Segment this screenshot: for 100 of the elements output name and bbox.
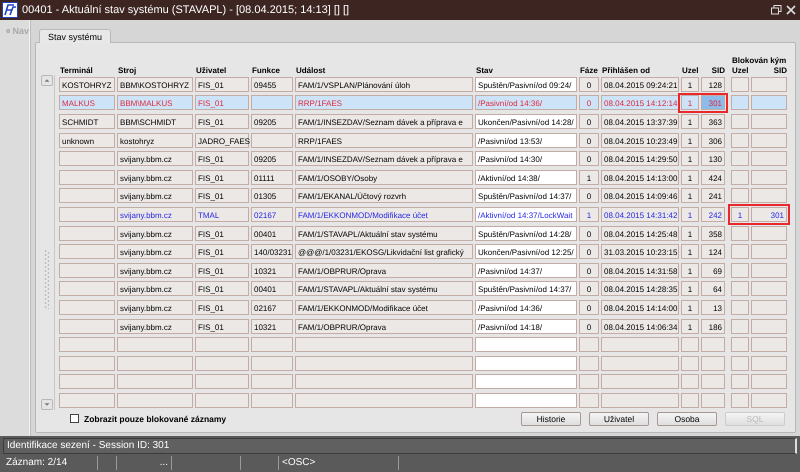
record-counter: Záznam: 2/14 — [3, 456, 98, 470]
checkbox[interactable] — [70, 414, 79, 424]
table-cell: 01305 — [251, 188, 293, 204]
table-cell: 1 — [731, 206, 749, 222]
empty-cell — [731, 188, 749, 204]
empty-cell — [579, 374, 599, 390]
scroll-up-icon[interactable] — [41, 75, 53, 86]
close-icon[interactable] — [786, 5, 796, 15]
empty-cell — [251, 132, 293, 148]
table-cell: 01111 — [251, 170, 293, 185]
table-cell: 130 — [701, 151, 725, 166]
table-cell: 306 — [701, 132, 725, 148]
empty-cell — [731, 226, 749, 241]
empty-cell — [751, 95, 787, 110]
empty-cell — [751, 151, 787, 166]
table-cell: JADRO_FAES — [195, 132, 249, 148]
table-cell: /Pasivní/od 14:37/ — [475, 262, 577, 278]
table-cell: BBM\KOSTOHRYZ — [117, 76, 193, 92]
app-logo-icon — [2, 2, 18, 18]
table-cell: FAM/1/INSEZDAV/Seznam dávek a příprava e — [295, 114, 473, 129]
empty-cell — [251, 392, 293, 408]
table-cell: 00401 — [251, 226, 293, 241]
table-cell: FIS_01 — [195, 95, 249, 110]
table-cell: SCHMIDT — [59, 114, 115, 129]
table-cell: FAM/1/INSEZDAV/Seznam dávek a příprava e — [295, 151, 473, 166]
table-cell: 08.04.2015 14:31:58 — [601, 262, 679, 278]
empty-cell — [59, 356, 115, 371]
table-cell: 1 — [681, 188, 699, 204]
restore-icon[interactable] — [771, 5, 782, 15]
mode-indicator: <OSC> — [279, 456, 399, 470]
table-cell: svijany.bbm.cz — [117, 188, 193, 204]
table-cell: 241 — [701, 188, 725, 204]
column-header: SID — [710, 66, 725, 75]
empty-cell — [701, 392, 725, 408]
empty-cell — [195, 392, 249, 408]
empty-cell — [681, 374, 699, 390]
table-cell: FIS_01 — [195, 262, 249, 278]
table-cell: FAM/1/VSPLAN/Plánování úloh — [295, 76, 473, 92]
empty-cell — [731, 151, 749, 166]
table-cell: Ukončen/Pasivní/od 14:28/ — [475, 114, 577, 129]
table-cell: 08.04.2015 14:28:35 — [601, 281, 679, 296]
empty-cell — [731, 132, 749, 148]
empty-cell — [701, 356, 725, 371]
table-cell: svijany.bbm.cz — [117, 206, 193, 222]
empty-cell — [731, 374, 749, 390]
empty-cell — [251, 356, 293, 371]
empty-cell — [751, 281, 787, 296]
table-cell: svijany.bbm.cz — [117, 226, 193, 241]
table-cell: 08.04.2015 09:24:21 — [601, 76, 679, 92]
table-cell: 00401 — [251, 281, 293, 296]
table-cell: 10321 — [251, 318, 293, 334]
table-cell: 08.04.2015 14:09:46 — [601, 188, 679, 204]
column-header: Uživatel — [195, 66, 228, 75]
table-cell: 08.04.2015 14:06:34 — [601, 318, 679, 334]
table-cell: BBM\MALKUS — [117, 95, 193, 110]
empty-cell — [731, 76, 749, 92]
table-cell: 09205 — [251, 151, 293, 166]
table-cell: svijany.bbm.cz — [117, 170, 193, 185]
empty-cell — [751, 226, 787, 241]
empty-cell — [731, 356, 749, 371]
table-cell: 128 — [701, 76, 725, 92]
table-cell: /Pasivní/od 13:53/ — [475, 132, 577, 148]
table-cell: 08.04.2015 14:14:00 — [601, 300, 679, 315]
user-button[interactable]: Uživatel — [589, 412, 649, 426]
table-cell: 1 — [681, 226, 699, 241]
table-cell: 0 — [579, 188, 599, 204]
table-cell: 08.04.2015 13:37:39 — [601, 114, 679, 129]
person-button[interactable]: Osoba — [657, 412, 717, 426]
table-cell: svijany.bbm.cz — [117, 151, 193, 166]
table-cell: @@@/1/03231/EKOSG/Likvidační list grafický — [295, 244, 473, 260]
table-cell: FIS_01 — [195, 226, 249, 241]
table-cell: 0 — [579, 114, 599, 129]
table-cell: 140/03231 — [251, 244, 293, 260]
empty-cell — [731, 114, 749, 129]
scroll-grip-icon[interactable] — [44, 248, 50, 309]
empty-cell — [751, 244, 787, 260]
table-cell: KOSTOHRYZ — [59, 76, 115, 92]
table-cell: 1 — [681, 151, 699, 166]
empty-cell — [195, 356, 249, 371]
table-cell: 1 — [681, 318, 699, 334]
table-cell: 1 — [681, 281, 699, 296]
column-header: Terminál — [59, 66, 94, 75]
table-cell: 1 — [681, 76, 699, 92]
empty-cell — [751, 76, 787, 92]
table-cell: FAM/1/OBPRUR/Oprava — [295, 262, 473, 278]
table-cell: FIS_01 — [195, 114, 249, 129]
table-cell: 1 — [681, 300, 699, 315]
table-cell: 0 — [579, 300, 599, 315]
table-cell: FAM/1/OBPRUR/Oprava — [295, 318, 473, 334]
table-cell: 1 — [579, 206, 599, 222]
history-button[interactable]: Historie — [521, 412, 581, 426]
table-cell: FIS_01 — [195, 151, 249, 166]
table-cell: Ukončen/Pasivní/od 12:25/ — [475, 244, 577, 260]
table-cell: 1 — [681, 206, 699, 222]
table-cell: 10321 — [251, 262, 293, 278]
table-cell: 363 — [701, 114, 725, 129]
tab[interactable]: Stav systému — [39, 29, 112, 43]
status-message: Identifikace sezení - Session ID: 301 — [3, 438, 797, 454]
scroll-down-icon[interactable] — [41, 398, 53, 410]
empty-cell — [195, 374, 249, 390]
